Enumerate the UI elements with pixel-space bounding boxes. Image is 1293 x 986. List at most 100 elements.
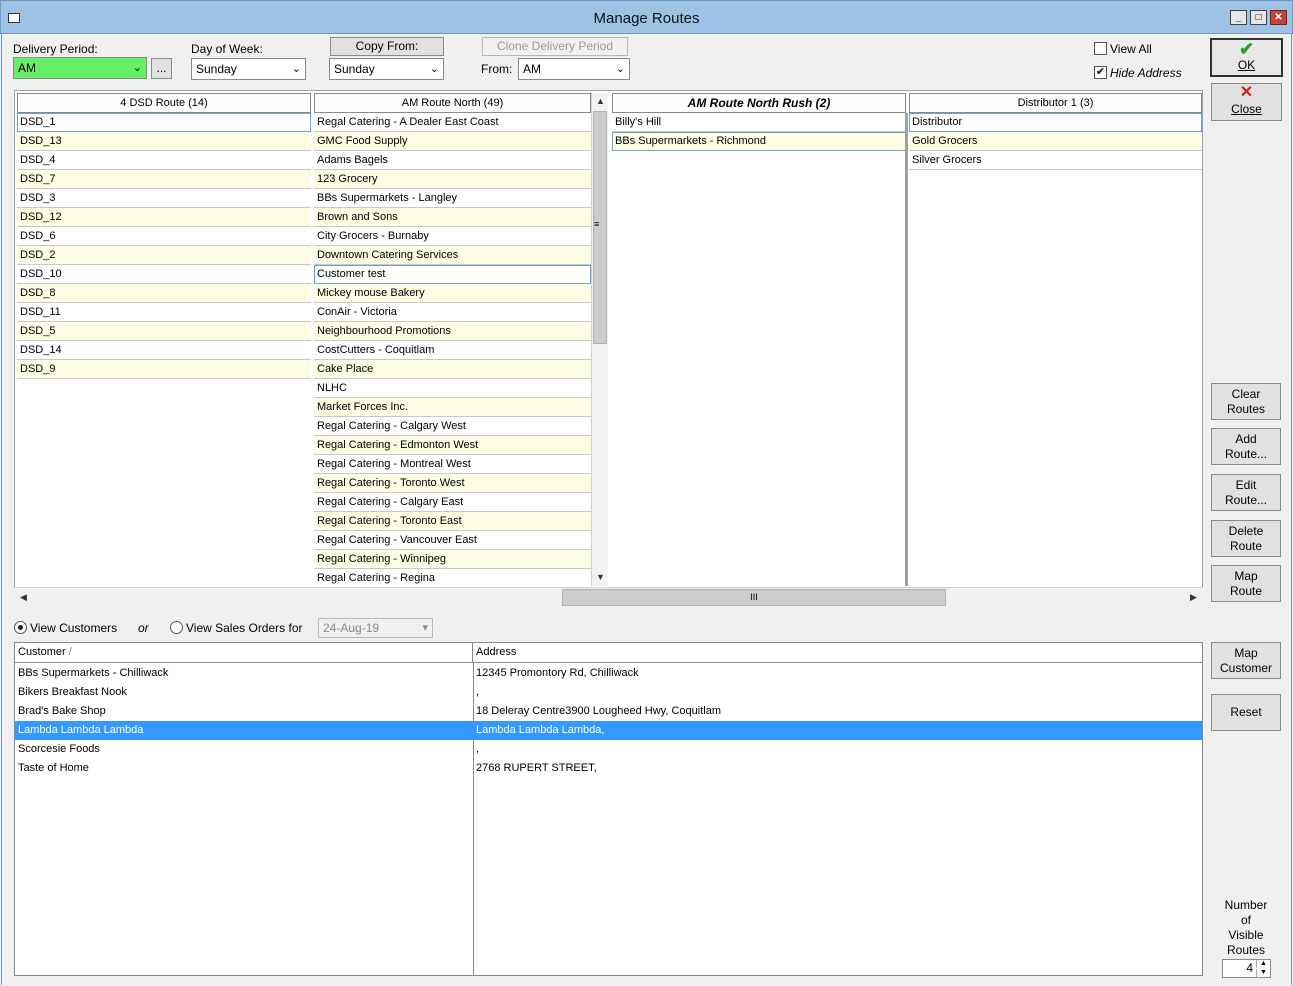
route-header-4[interactable]: Distributor 1 (3)	[909, 93, 1202, 113]
clear-routes-label-1: Clear	[1231, 387, 1261, 401]
route-item[interactable]: Mickey mouse Bakery	[314, 284, 591, 303]
table-row[interactable]: Scorcesie Foods,	[15, 740, 1202, 759]
view-all-checkbox[interactable]	[1094, 42, 1107, 55]
route-item[interactable]: BBs Supermarkets - Richmond	[612, 132, 906, 151]
chevron-down-icon: ⌄	[132, 62, 142, 74]
route-item[interactable]: Billy's Hill	[612, 113, 906, 132]
route-item[interactable]: Regal Catering - Toronto East	[314, 512, 591, 531]
route-item[interactable]: DSD_8	[17, 284, 311, 303]
view-customers-radio[interactable]	[14, 621, 27, 634]
route-item[interactable]: BBs Supermarkets - Langley	[314, 189, 591, 208]
route-item[interactable]: DSD_1	[17, 113, 311, 132]
stepper-up-icon[interactable]: ▲	[1256, 960, 1270, 968]
route-item[interactable]: Regal Catering - Calgary West	[314, 417, 591, 436]
table-row[interactable]: Brad's Bake Shop 18 Deleray Centre3900 Lo…	[15, 702, 1202, 721]
route-item[interactable]: Adams Bagels	[314, 151, 591, 170]
route-item[interactable]: CostCutters - Coquitlam	[314, 341, 591, 360]
route-item[interactable]: DSD_11	[17, 303, 311, 322]
route-item[interactable]: Neighbourhood Promotions	[314, 322, 591, 341]
hscroll-thumb[interactable]: III	[562, 589, 946, 606]
route-item[interactable]: Regal Catering - Montreal West	[314, 455, 591, 474]
route-item[interactable]: Regal Catering - Toronto West	[314, 474, 591, 493]
route-header-1[interactable]: 4 DSD Route (14)	[17, 93, 311, 113]
hide-address-checkbox[interactable]: ✔	[1094, 66, 1107, 79]
route-2-scrollbar[interactable]: ▲ ≡ ▼	[591, 93, 608, 586]
route-item[interactable]: DSD_6	[17, 227, 311, 246]
table-row[interactable]: Lambda Lambda Lambda Lambda Lambda Lambda…	[15, 721, 1202, 740]
scroll-left-icon[interactable]: ◀	[16, 590, 31, 605]
route-item[interactable]: ConAir - Victoria	[314, 303, 591, 322]
map-customer-button[interactable]: Map Customer	[1211, 642, 1281, 679]
route-item[interactable]: Cake Place	[314, 360, 591, 379]
minimize-button[interactable]: _	[1230, 10, 1247, 25]
route-item[interactable]: Regal Catering - Winnipeg	[314, 550, 591, 569]
route-item[interactable]: DSD_2	[17, 246, 311, 265]
routes-hscrollbar[interactable]: ◀ III ▶	[14, 587, 1203, 607]
maximize-button[interactable]: □	[1250, 10, 1267, 25]
clear-routes-button[interactable]: Clear Routes	[1211, 383, 1281, 420]
route-item[interactable]: GMC Food Supply	[314, 132, 591, 151]
chevron-down-icon: ⌄	[615, 63, 625, 75]
route-item[interactable]: Market Forces Inc.	[314, 398, 591, 417]
route-item[interactable]: Downtown Catering Services	[314, 246, 591, 265]
address-column-header[interactable]: Address	[473, 643, 1202, 663]
map-customer-label-2: Customer	[1219, 661, 1272, 675]
route-item[interactable]: Regal Catering - A Dealer East Coast	[314, 113, 591, 132]
close-button[interactable]: ✕ Close	[1211, 83, 1282, 121]
route-item[interactable]: Regal Catering - Vancouver East	[314, 531, 591, 550]
table-row[interactable]: Taste of Home 2768 RUPERT STREET,	[15, 759, 1202, 778]
route-item[interactable]: DSD_13	[17, 132, 311, 151]
scroll-down-icon[interactable]: ▼	[593, 570, 608, 585]
route-item[interactable]: DSD_14	[17, 341, 311, 360]
route-item[interactable]: DSD_12	[17, 208, 311, 227]
customer-column-header[interactable]: Customer /	[15, 643, 473, 663]
route-header-3[interactable]: AM Route North Rush (2)	[612, 93, 906, 113]
route-item[interactable]: Regal Catering - Calgary East	[314, 493, 591, 512]
reset-button[interactable]: Reset	[1211, 694, 1281, 731]
day-of-week-select[interactable]: Sunday ⌄	[191, 58, 306, 80]
delete-route-label-2: Route	[1229, 539, 1263, 553]
route-item[interactable]: Gold Grocers	[909, 132, 1202, 151]
edit-route-label-2: Route...	[1224, 493, 1268, 507]
table-row[interactable]: BBs Supermarkets - Chilliwack 12345 Promo…	[15, 664, 1202, 683]
copy-from-button[interactable]: Copy From:	[330, 37, 444, 56]
visible-routes-stepper[interactable]: 4 ▲ ▼	[1222, 959, 1271, 978]
view-customers-label: View Customers	[30, 621, 118, 635]
route-item[interactable]: DSD_4	[17, 151, 311, 170]
customer-cell: BBs Supermarkets - Chilliwack	[18, 667, 169, 679]
delivery-period-select[interactable]: AM ⌄	[13, 57, 147, 79]
route-item[interactable]: 123 Grocery	[314, 170, 591, 189]
route-header-2[interactable]: AM Route North (49)	[314, 93, 591, 113]
route-item[interactable]: City Grocers - Burnaby	[314, 227, 591, 246]
route-item[interactable]: Silver Grocers	[909, 151, 1202, 170]
sales-order-date-picker[interactable]: 24-Aug-19 ▾	[318, 618, 433, 638]
delete-route-button[interactable]: Delete Route	[1211, 520, 1281, 557]
clone-delivery-period-button[interactable]: Clone Delivery Period	[482, 37, 628, 56]
map-route-button[interactable]: Map Route	[1211, 565, 1281, 602]
ok-button[interactable]: ✔ OK	[1210, 38, 1283, 77]
route-item[interactable]: Brown and Sons	[314, 208, 591, 227]
route-item[interactable]: DSD_7	[17, 170, 311, 189]
chevron-down-icon: ▾	[422, 622, 428, 634]
from-select[interactable]: AM ⌄	[518, 58, 630, 80]
scroll-right-icon[interactable]: ▶	[1186, 590, 1201, 605]
table-row[interactable]: Bikers Breakfast Nook,	[15, 683, 1202, 702]
route-item[interactable]: DSD_9	[17, 360, 311, 379]
route-item[interactable]: DSD_3	[17, 189, 311, 208]
copy-from-select[interactable]: Sunday ⌄	[329, 58, 444, 80]
window-close-button[interactable]: ✕	[1270, 10, 1287, 25]
route-item[interactable]: DSD_10	[17, 265, 311, 284]
view-sales-orders-radio[interactable]	[170, 621, 183, 634]
checkmark-icon: ✔	[1095, 66, 1106, 78]
route-item[interactable]: Regal Catering - Regina	[314, 569, 591, 585]
stepper-down-icon[interactable]: ▼	[1256, 969, 1270, 977]
route-item[interactable]: Customer test	[314, 265, 591, 284]
route-item[interactable]: Distributor	[909, 113, 1202, 132]
edit-route-button[interactable]: Edit Route...	[1211, 474, 1281, 511]
route-item[interactable]: DSD_5	[17, 322, 311, 341]
scroll-up-icon[interactable]: ▲	[593, 94, 608, 109]
delivery-period-more-button[interactable]: ...	[151, 58, 172, 79]
route-item[interactable]: Regal Catering - Edmonton West	[314, 436, 591, 455]
add-route-button[interactable]: Add Route...	[1211, 428, 1281, 465]
route-item[interactable]: NLHC	[314, 379, 591, 398]
